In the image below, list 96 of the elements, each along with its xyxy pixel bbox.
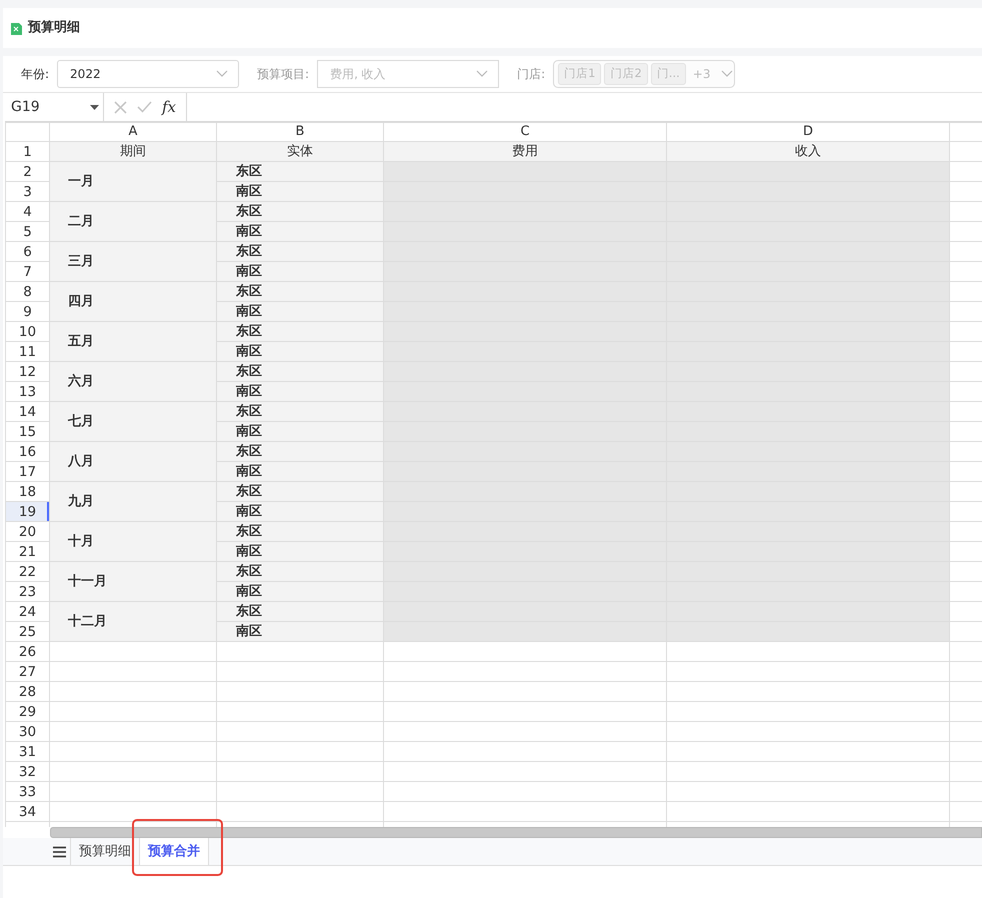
row-header[interactable]: 23 [6,582,50,602]
table-cell: 南区 [216,302,384,322]
spreadsheet-icon [11,22,22,34]
table-cell: 东区 [216,202,384,222]
table-cell: 二月 [50,202,216,242]
row-header[interactable]: 1 [6,142,50,162]
table-cell: 七月 [50,402,216,442]
page-title: 预算明细 [28,19,80,38]
row-header[interactable]: 33 [6,782,50,802]
table-cell: 南区 [216,622,384,642]
select-field[interactable]: 2022 [57,60,240,88]
column-header[interactable]: C [384,122,666,142]
row-header[interactable]: 8 [6,282,50,302]
table-cell: 六月 [50,362,216,402]
more-count: +3 [692,66,710,83]
row-header[interactable]: 20 [6,522,50,542]
row-header[interactable]: 18 [6,482,50,502]
horizontal-scrollbar[interactable] [50,827,982,838]
table-cell: 东区 [216,482,384,502]
filter-label: 年份: [21,66,50,83]
table-cell: 南区 [216,422,384,442]
row-header[interactable]: 30 [6,722,50,742]
row-header[interactable]: 26 [6,642,50,662]
table-cell: 南区 [216,262,384,282]
table-cell: 八月 [50,442,216,482]
chevron-icon [476,70,488,78]
header-cell: 实体 [216,142,384,162]
row-header[interactable]: 34 [6,802,50,822]
row-header[interactable]: 12 [6,362,50,382]
table-cell: 东区 [216,322,384,342]
table-cell: 东区 [216,242,384,262]
row-header[interactable]: 22 [6,562,50,582]
table-cell: 十月 [50,522,216,562]
table-cell: 五月 [50,322,216,362]
table-cell: 南区 [216,222,384,242]
row-header[interactable]: 31 [6,742,50,762]
row-header[interactable]: 19 [6,502,50,522]
table-cell: 一月 [50,162,216,202]
filter-label: 预算项目: [257,66,310,83]
row-header[interactable]: 17 [6,462,50,482]
table-cell: 东区 [216,602,384,622]
table-cell: 三月 [50,242,216,282]
menu-icon[interactable] [53,846,66,858]
row-header[interactable]: 13 [6,382,50,402]
row-header[interactable]: 11 [6,342,50,362]
row-header[interactable]: 5 [6,222,50,242]
row-header[interactable]: 25 [6,622,50,642]
row-header[interactable]: 9 [6,302,50,322]
chevron-icon [721,70,734,78]
table-cell: 南区 [216,582,384,602]
row-header[interactable]: 10 [6,322,50,342]
row-header[interactable]: 3 [6,182,50,202]
dropdown-caret-icon [90,104,99,110]
table-cell: 东区 [216,562,384,582]
cell-reference-box[interactable]: G19 [5,93,104,121]
table-cell: 东区 [216,282,384,302]
confirm-icon[interactable] [137,101,152,113]
row-header[interactable]: 15 [6,422,50,442]
table-cell: 东区 [216,402,384,422]
row-header[interactable]: 6 [6,242,50,262]
row-header[interactable]: 7 [6,262,50,282]
table-cell: 南区 [216,462,384,482]
table-cell: 东区 [216,162,384,182]
row-header[interactable]: 28 [6,682,50,702]
table-cell: 十二月 [50,602,216,642]
table-cell: 东区 [216,522,384,542]
table-cell: 东区 [216,362,384,382]
sheet-tab[interactable]: 预算合并 [140,838,209,865]
table-cell: 四月 [50,282,216,322]
column-header[interactable]: D [666,122,950,142]
header-cell: 费用 [384,142,666,162]
table-cell: 十一月 [50,562,216,602]
row-header[interactable]: 16 [6,442,50,462]
column-header[interactable]: A [50,122,216,142]
row-header[interactable]: 24 [6,602,50,622]
filter-label: 门店: [517,66,546,83]
chevron-icon [216,70,228,78]
table-cell: 南区 [216,382,384,402]
cancel-icon[interactable] [114,100,127,114]
row-header[interactable]: 2 [6,162,50,182]
row-header[interactable]: 29 [6,702,50,722]
header-cell: 收入 [666,142,950,162]
function-button[interactable]: fx [162,96,176,118]
row-header[interactable]: 27 [6,662,50,682]
row-header[interactable]: 14 [6,402,50,422]
row-header[interactable]: 4 [6,202,50,222]
table-cell: 南区 [216,542,384,562]
table-cell: 南区 [216,182,384,202]
row-header[interactable]: 32 [6,762,50,782]
row-header[interactable]: 21 [6,542,50,562]
header-cell: 期间 [50,142,216,162]
column-header[interactable]: B [216,122,384,142]
table-cell: 南区 [216,502,384,522]
table-cell: 东区 [216,442,384,462]
table-cell: 九月 [50,482,216,522]
table-cell: 南区 [216,342,384,362]
